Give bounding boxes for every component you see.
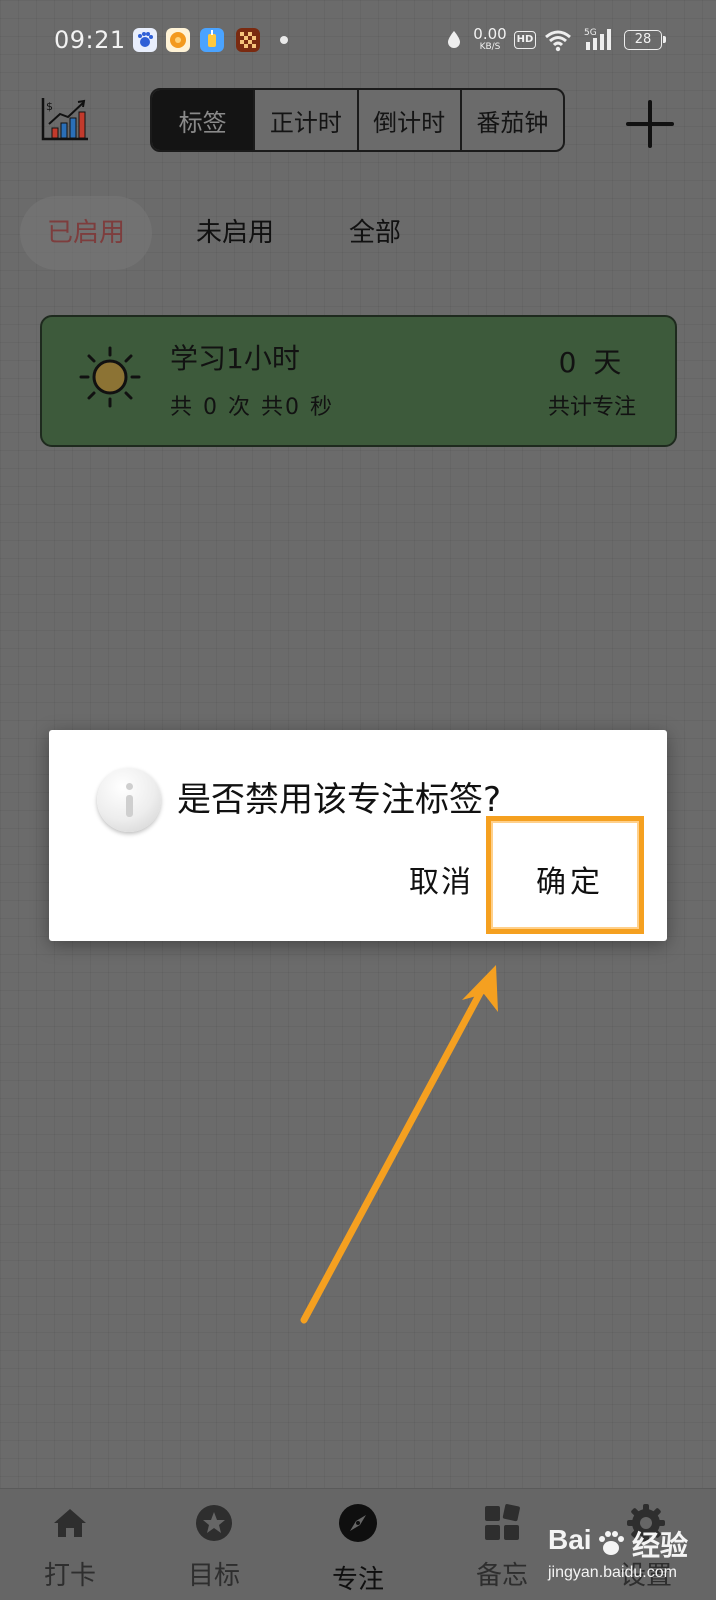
statistics-icon[interactable]: $ <box>40 96 90 142</box>
nav-checkin-label: 打卡 <box>43 1561 96 1591</box>
focus-tag-card[interactable]: 学习1小时 共 0 次 共0 秒 0 天 共计专注 <box>40 315 677 447</box>
star-icon <box>196 1505 232 1541</box>
segment-countdown[interactable]: 倒计时 <box>356 90 460 150</box>
network-speed: 0.00 KB/S <box>472 27 508 52</box>
orange-app-icon <box>166 28 190 52</box>
segment-count-up[interactable]: 正计时 <box>253 90 356 150</box>
cellular-signal-icon: 5G <box>584 28 611 50</box>
network-type-label: 5G <box>584 28 597 38</box>
filter-disabled[interactable]: 未启用 <box>180 196 290 270</box>
highlight-box <box>486 816 644 934</box>
nav-memo[interactable]: 备忘 <box>447 1489 557 1600</box>
nav-goals-label: 目标 <box>187 1561 240 1591</box>
segment-tags[interactable]: 标签 <box>152 90 254 150</box>
tag-session-stats: 共 0 次 共0 秒 <box>170 395 334 420</box>
battery-indicator: 28 <box>624 30 666 50</box>
baidu-jingyan-watermark: Bai 经验 jingyan.baidu.com <box>548 1524 708 1594</box>
filter-all[interactable]: 全部 <box>330 196 420 270</box>
nav-focus-label: 专注 <box>331 1565 384 1595</box>
watermark-logo-text: Bai <box>548 1524 592 1555</box>
baidu-paw-icon <box>599 1531 624 1555</box>
disable-tag-dialog: 是否禁用该专注标签? 取消 确定 <box>49 730 667 941</box>
mode-segmented-control: 标签 正计时 倒计时 番茄钟 <box>150 88 565 152</box>
notification-dot-icon <box>280 36 288 44</box>
watermark-url: jingyan.baidu.com <box>548 1564 677 1581</box>
network-speed-value: 0.00 <box>473 25 507 43</box>
network-speed-unit: KB/S <box>479 42 501 52</box>
tag-days: 0 天 <box>558 346 626 379</box>
nav-checkin[interactable]: 打卡 <box>15 1489 125 1600</box>
compass-icon <box>339 1504 377 1542</box>
data-saver-icon <box>448 31 460 48</box>
cancel-button[interactable]: 取消 <box>409 858 473 908</box>
home-icon <box>54 1509 86 1537</box>
tag-total-label: 共计专注 <box>547 395 636 420</box>
grid-icon <box>485 1504 520 1540</box>
dialog-message: 是否禁用该专注标签? <box>177 780 502 820</box>
info-icon <box>97 768 161 832</box>
hd-badge: HD <box>514 31 536 49</box>
status-time: 09:21 <box>54 26 126 54</box>
nav-memo-label: 备忘 <box>475 1561 528 1591</box>
nav-goals[interactable]: 目标 <box>159 1489 269 1600</box>
wifi-icon <box>545 30 571 52</box>
add-button[interactable] <box>622 96 678 152</box>
sun-icon <box>79 346 141 408</box>
segment-pomodoro[interactable]: 番茄钟 <box>459 90 563 150</box>
filter-enabled[interactable]: 已启用 <box>20 196 152 270</box>
checker-app-icon <box>236 28 260 52</box>
svg-text:$: $ <box>46 100 53 113</box>
nav-focus[interactable]: 专注 <box>303 1489 413 1600</box>
drink-app-icon <box>200 28 224 52</box>
baidu-app-icon <box>133 28 157 52</box>
annotation-arrow-icon <box>300 965 498 1324</box>
status-bar: 09:21 0.00 KB/S HD 5G 28 <box>0 0 716 84</box>
tag-title: 学习1小时 <box>170 342 300 375</box>
watermark-jingyan-text: 经验 <box>632 1529 689 1562</box>
